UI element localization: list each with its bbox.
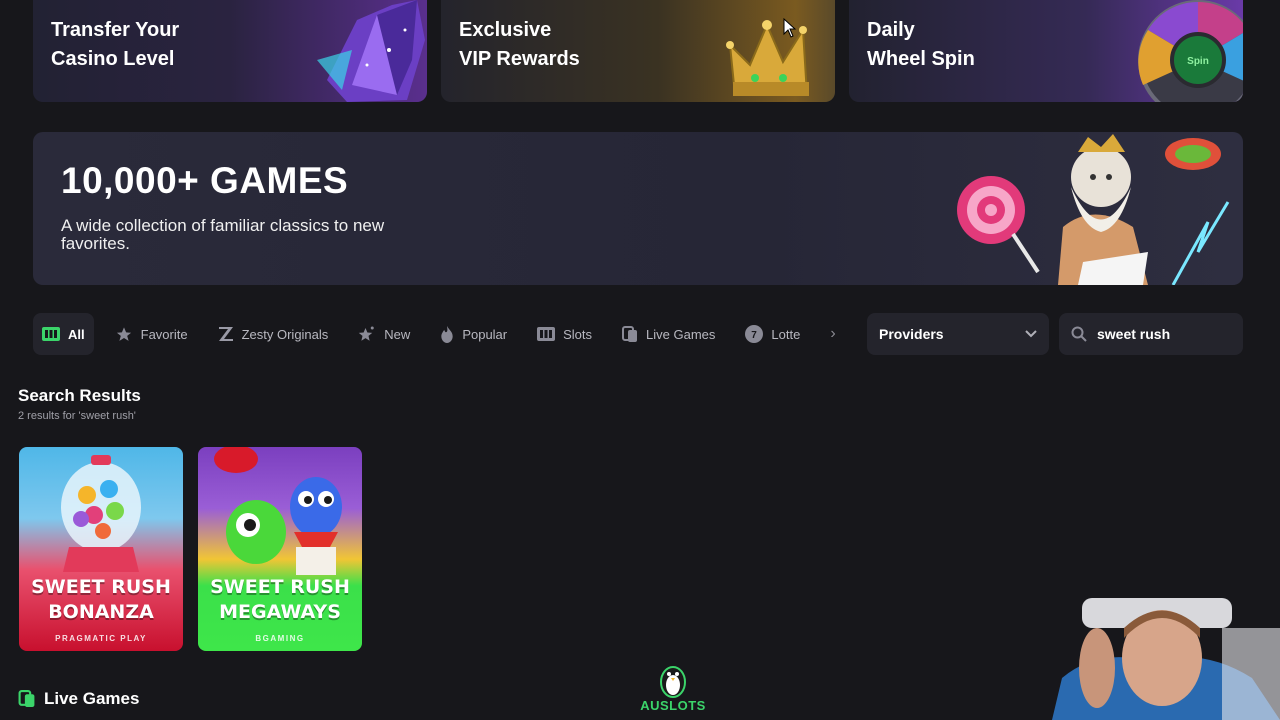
slot-reels-icon [537,327,556,341]
lottery-ball-icon: 7 [745,325,764,343]
gumball-machine-icon [61,455,141,572]
promo-card-wheel-spin[interactable]: Daily Wheel Spin Spin [849,0,1243,102]
tab-label: Live Games [646,326,716,342]
fortune-wheel-icon: Spin [1138,0,1243,102]
search-results-count: 2 results for 'sweet rush' [18,410,136,422]
games-banner: 10,000+ GAMES A wide collection of famil… [33,132,1243,285]
search-box [1059,313,1243,355]
tab-live-games[interactable]: Live Games [613,313,724,355]
crown-icon [726,20,809,96]
providers-dropdown[interactable]: Providers [867,313,1049,355]
tab-new[interactable]: New [349,313,419,355]
auslots-watermark: AUSLOTS [634,660,712,716]
tab-label: New [384,326,411,342]
cards-icon [622,325,638,342]
monster-characters-icon [214,447,342,575]
promo-card-vip-rewards[interactable]: Exclusive VIP Rewards [441,0,835,102]
search-results-title: Search Results [18,386,141,405]
watermark-text: AUSLOTS [640,698,706,713]
slots-machine-icon [42,327,60,341]
chevron-right-icon[interactable]: › [823,325,843,343]
penguin-logo-icon [660,666,686,698]
tab-label: Popular [462,326,508,342]
game-card-sweet-rush-bonanza[interactable]: SWEET RUSH BONANZA PRAGMATIC PLAY [19,447,183,651]
promo-title-line2: VIP Rewards [459,48,580,70]
game-category-tabs: All Favorite Zesty Originals New Popular… [33,313,843,355]
promo-title-line2: Wheel Spin [867,48,975,70]
game-card-sweet-rush-megaways[interactable]: SWEET RUSH MEGAWAYS BGAMING [198,447,362,651]
star-icon [116,326,131,341]
tab-zesty-originals[interactable]: Zesty Originals [209,313,338,355]
tab-slots[interactable]: Slots [528,313,601,355]
game-provider: PRAGMATIC PLAY [55,634,147,643]
tab-all[interactable]: All [33,313,94,355]
promo-title-line2: Casino Level [51,48,175,70]
tab-favorite[interactable]: Favorite [106,313,197,355]
tab-label: Slots [563,326,593,342]
tab-label: All [68,326,85,342]
streamer-webcam-image [1052,598,1280,720]
game-title: SWEET RUSH BONANZA [31,576,171,623]
promo-card-casino-level[interactable]: Transfer Your Casino Level [33,0,427,102]
promo-title-line1: Daily [867,19,915,41]
search-icon [1071,326,1087,342]
game-title: SWEET RUSH MEGAWAYS [210,576,350,623]
cards-icon [18,690,35,707]
crystal-icon [317,0,425,102]
promo-title-line1: Transfer Your [51,19,180,41]
svg-text:7: 7 [752,330,758,341]
promo-title-line1: Exclusive [459,19,552,41]
zeus-character-icon [957,134,1230,285]
banner-subtitle: A wide collection of familiar classics t… [61,216,385,253]
providers-label: Providers [879,326,944,342]
tab-label: Lotte [771,326,801,342]
game-provider: BGAMING [255,634,305,643]
banner-title: 10,000+ GAMES [61,160,349,201]
tab-lottery[interactable]: 7 Lotte [736,313,809,355]
zesty-z-icon [218,327,233,341]
search-input[interactable] [1097,326,1227,342]
live-games-title: Live Games [44,689,140,708]
tab-label: Favorite [140,326,188,342]
wheel-spin-label: Spin [1187,56,1209,67]
live-games-section-heading: Live Games [18,689,139,709]
chevron-down-icon [1025,330,1037,338]
tab-popular[interactable]: Popular [431,313,516,355]
tab-label: Zesty Originals [241,326,329,342]
sparkle-star-icon [359,326,375,341]
flame-icon [441,325,453,343]
promo-row: Transfer Your Casino Level Exclusive VIP… [33,0,1243,102]
